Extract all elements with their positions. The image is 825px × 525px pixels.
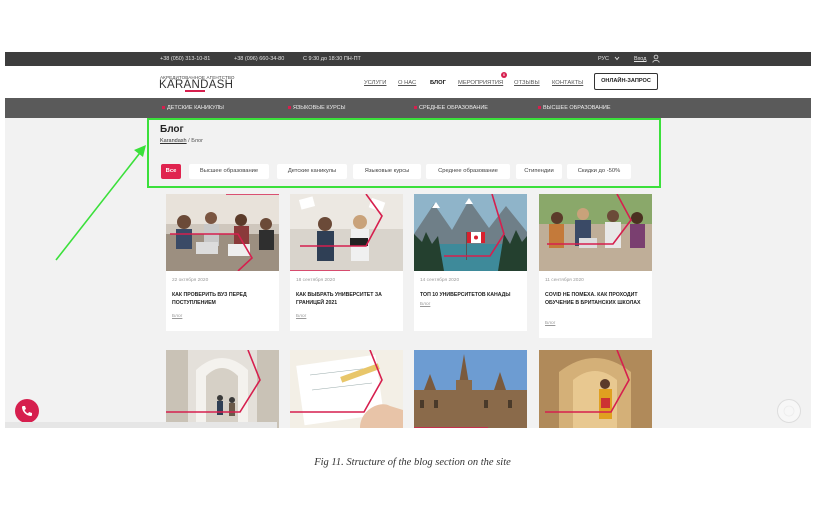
nav-contacts[interactable]: КОНТАКТЫ bbox=[552, 80, 583, 86]
category-higher-education[interactable]: ВЫСШЕЕ ОБРАЗОВАНИЕ bbox=[538, 105, 611, 111]
card-image-canada-lake[interactable] bbox=[414, 194, 527, 271]
nav-services[interactable]: УСЛУГИ bbox=[364, 80, 386, 86]
language-select[interactable]: РУС bbox=[598, 56, 609, 62]
post-date: 18 сентября 2020 bbox=[296, 278, 336, 283]
blog-header-highlight bbox=[147, 118, 661, 188]
post-date: 14 сентября 2020 bbox=[420, 278, 460, 283]
category-marker bbox=[288, 106, 291, 110]
card-image-student-archway[interactable] bbox=[539, 350, 652, 428]
phone-icon bbox=[22, 406, 32, 416]
site-header: АКРЕДИТОВАННОЕ АГЕНТСТВО KARANDASH УСЛУГ… bbox=[5, 66, 811, 98]
card-image-gothic-building[interactable] bbox=[414, 350, 527, 428]
blog-card[interactable]: 11 сентября 2020 COVID НЕ ПОМЕХА. КАК ПР… bbox=[539, 194, 652, 338]
blog-card[interactable]: 22 октября 2020 КАК ПРОВЕРИТЬ ВУЗ ПЕРЕД … bbox=[166, 194, 279, 331]
blog-card[interactable]: 14 сентября 2020 ТОП 10 УНИВЕРСИТЕТОВ КА… bbox=[414, 194, 527, 331]
blog-card[interactable]: 18 сентября 2020 КАК ВЫБРАТЬ УНИВЕРСИТЕТ… bbox=[290, 194, 403, 331]
post-title[interactable]: КАК ПРОВЕРИТЬ ВУЗ ПЕРЕД ПОСТУПЛЕНИЕМ bbox=[172, 292, 272, 307]
nav-reviews[interactable]: ОТЗЫВЫ bbox=[514, 80, 540, 86]
post-category-link[interactable]: Блог bbox=[172, 314, 182, 319]
category-marker bbox=[162, 106, 165, 110]
call-button[interactable] bbox=[15, 399, 39, 423]
category-label: ЯЗЫКОВЫЕ КУРСЫ bbox=[293, 105, 346, 111]
post-category-link[interactable]: Блог bbox=[296, 314, 306, 319]
online-request-button[interactable]: ОНЛАЙН-ЗАПРОС bbox=[594, 73, 658, 90]
category-label: ВЫСШЕЕ ОБРАЗОВАНИЕ bbox=[543, 105, 611, 111]
top-info-bar: +38 (050) 313-10-81 +38 (096) 660-34-80 … bbox=[5, 52, 811, 66]
post-category-link[interactable]: Блог bbox=[420, 302, 430, 307]
category-label: ДЕТСКИЕ КАНИКУЛЫ bbox=[167, 105, 224, 111]
category-marker bbox=[414, 106, 417, 110]
category-language-courses[interactable]: ЯЗЫКОВЫЕ КУРСЫ bbox=[288, 105, 346, 111]
events-badge: 6 bbox=[501, 72, 507, 78]
card-image-university-corridor[interactable] bbox=[166, 350, 279, 428]
user-icon[interactable] bbox=[652, 54, 660, 63]
post-title[interactable]: КАК ВЫБРАТЬ УНИВЕРСИТЕТ ЗА ГРАНИЦЕЙ 2021 bbox=[296, 292, 396, 307]
category-kids-holidays[interactable]: ДЕТСКИЕ КАНИКУЛЫ bbox=[162, 105, 224, 111]
nav-events[interactable]: МЕРОПРИЯТИЯ bbox=[458, 80, 503, 86]
card-image-students-laptops[interactable] bbox=[166, 194, 279, 271]
chat-button[interactable] bbox=[777, 399, 801, 423]
nav-blog[interactable]: БЛОГ bbox=[430, 80, 446, 86]
phone-number-2[interactable]: +38 (096) 660-34-80 bbox=[234, 56, 284, 62]
category-label: СРЕДНЕЕ ОБРАЗОВАНИЕ bbox=[419, 105, 488, 111]
card-image-drawing-plans[interactable] bbox=[290, 350, 403, 428]
nav-about[interactable]: О НАС bbox=[398, 80, 416, 86]
figure-caption: Fig 11. Structure of the blog section on… bbox=[314, 457, 511, 468]
status-bar bbox=[5, 422, 277, 428]
figure: +38 (050) 313-10-81 +38 (096) 660-34-80 … bbox=[0, 0, 825, 525]
post-category-link[interactable]: Блог bbox=[545, 321, 555, 326]
post-title[interactable]: ТОП 10 УНИВЕРСИТЕТОВ КАНАДЫ bbox=[420, 292, 520, 300]
chat-icon bbox=[783, 405, 795, 417]
post-date: 11 сентября 2020 bbox=[545, 278, 584, 283]
category-marker bbox=[538, 106, 541, 110]
chevron-down-icon[interactable] bbox=[614, 56, 620, 61]
category-bar: ДЕТСКИЕ КАНИКУЛЫ ЯЗЫКОВЫЕ КУРСЫ СРЕДНЕЕ … bbox=[5, 98, 811, 118]
card-image-students-outdoors[interactable] bbox=[539, 194, 652, 271]
working-hours: С 9:30 до 18:30 ПН-ПТ bbox=[303, 56, 361, 62]
category-secondary-education[interactable]: СРЕДНЕЕ ОБРАЗОВАНИЕ bbox=[414, 105, 488, 111]
phone-number-1[interactable]: +38 (050) 313-10-81 bbox=[160, 56, 210, 62]
post-date: 22 октября 2020 bbox=[172, 278, 209, 283]
post-title[interactable]: COVID НЕ ПОМЕХА. КАК ПРОХОДИТ ОБУЧЕНИЕ В… bbox=[545, 292, 645, 307]
login-link[interactable]: Вход bbox=[634, 56, 646, 62]
card-image-students-celebrating[interactable] bbox=[290, 194, 403, 271]
logo-underline bbox=[185, 90, 205, 92]
arrow-annotation bbox=[55, 145, 146, 261]
